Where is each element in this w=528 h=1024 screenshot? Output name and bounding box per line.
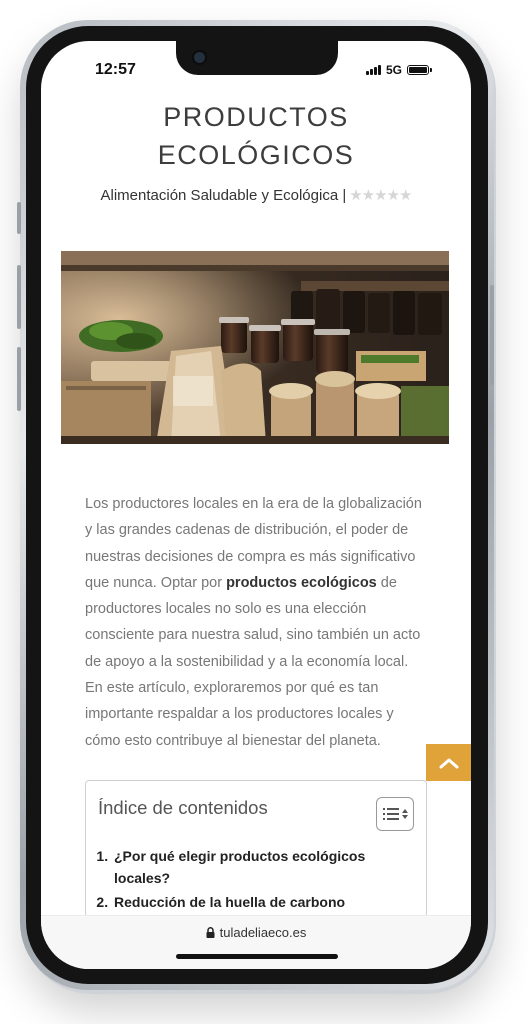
list-icon [382,807,399,820]
home-indicator[interactable] [176,954,338,959]
front-camera [192,50,207,65]
lock-icon [206,927,215,938]
power-button [490,285,494,385]
toc-title: Índice de contenidos [98,796,268,818]
phone-screen: 12:57 5G PRODUCTOS ECOLÓGICOS Alimentaci… [41,41,471,969]
table-of-contents: Índice de contenidos ¿Por qué elegir pro… [85,779,427,919]
toc-list: ¿Por qué elegir productos ecológicos loc… [98,845,414,913]
sort-caret-icon [401,808,408,819]
toc-toggle-button[interactable] [376,796,414,831]
hero-image [61,251,449,444]
chevron-up-icon [439,758,458,768]
status-time: 12:57 [95,61,136,78]
toc-item-2[interactable]: Reducción de la huella de carbono [112,891,414,913]
toc-item-1[interactable]: ¿Por qué elegir productos ecológicos loc… [112,845,414,889]
battery-icon [407,65,432,75]
article-text-rest: de productores locales no solo es una el… [85,574,421,749]
page-title-line1: PRODUCTOS [163,102,349,132]
url-text: tuladeliaeco.es [219,925,307,940]
silent-switch [17,202,21,234]
status-icons: 5G [365,63,432,77]
rating-stars[interactable]: ★★★★★ [349,186,412,204]
scroll-to-top-button[interactable] [426,744,471,781]
article-body: Los productores locales en la era de la … [85,491,429,754]
url-display[interactable]: tuladeliaeco.es [41,925,471,940]
volume-down-button [17,347,21,411]
signal-icon [365,65,381,75]
page-title-line2: ECOLÓGICOS [157,140,355,170]
browser-address-bar[interactable]: tuladeliaeco.es [41,915,471,969]
volume-up-button [17,265,21,329]
article-meta: Alimentación Saludable y Ecológica | ★★★… [61,186,451,205]
category-link[interactable]: Alimentación Saludable y Ecológica | [101,187,347,204]
page-title: PRODUCTOS ECOLÓGICOS [61,98,451,174]
article-keyword-link[interactable]: productos ecológicos [226,575,377,591]
network-label: 5G [385,63,402,77]
page-content: PRODUCTOS ECOLÓGICOS Alimentación Saluda… [61,93,451,919]
